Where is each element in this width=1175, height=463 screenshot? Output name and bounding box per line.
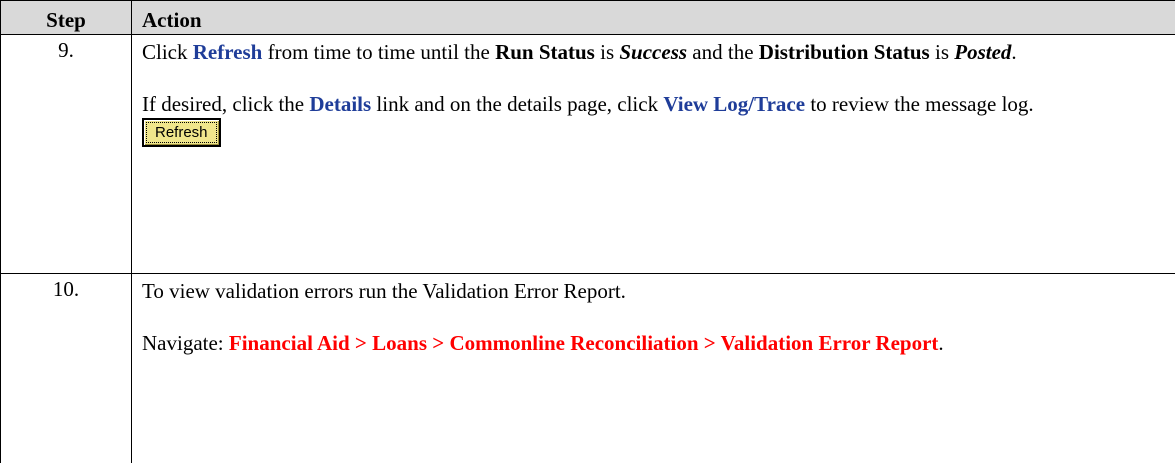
instruction-text: .: [1011, 40, 1016, 64]
instruction-text: If desired, click the: [142, 92, 309, 116]
instruction-text: and the: [687, 40, 759, 64]
step-number: 9.: [1, 35, 132, 274]
instruction-paragraph: To view validation errors run the Valida…: [142, 278, 1165, 304]
steps-table: Step Action 9. Click Refresh from time t…: [0, 0, 1175, 463]
posted-value: Posted: [954, 40, 1011, 64]
action-column-header: Action: [132, 1, 1175, 35]
step-number: 10.: [1, 274, 132, 463]
refresh-button[interactable]: Refresh: [142, 118, 221, 147]
instruction-text: to review the message log.: [805, 92, 1034, 116]
table-row: 9. Click Refresh from time to time until…: [1, 35, 1175, 274]
action-cell: To view validation errors run the Valida…: [132, 274, 1175, 463]
instruction-text: from time to time until the: [262, 40, 495, 64]
success-value: Success: [619, 40, 687, 64]
view-log-trace-term: View Log/Trace: [663, 92, 805, 116]
refresh-button-label: Refresh: [146, 122, 217, 143]
table-row: 10. To view validation errors run the Va…: [1, 274, 1175, 463]
navigate-label: Navigate:: [142, 331, 229, 355]
instruction-text: link and on the details page, click: [371, 92, 663, 116]
header-row: Step Action: [1, 1, 1175, 35]
refresh-term: Refresh: [193, 40, 263, 64]
instruction-text: .: [938, 331, 943, 355]
instruction-paragraph: Click Refresh from time to time until th…: [142, 39, 1165, 65]
step-column-header: Step: [1, 1, 132, 35]
action-cell: Click Refresh from time to time until th…: [132, 35, 1175, 274]
distribution-status-term: Distribution Status: [759, 40, 930, 64]
optional-instruction-paragraph: If desired, click the Details link and o…: [142, 91, 1165, 117]
instruction-text: is: [595, 40, 620, 64]
instruction-text: Click: [142, 40, 193, 64]
run-status-term: Run Status: [495, 40, 595, 64]
details-link-term: Details: [309, 92, 371, 116]
instruction-text: is: [930, 40, 955, 64]
navigation-paragraph: Navigate: Financial Aid > Loans > Common…: [142, 330, 1165, 356]
navigation-path: Financial Aid > Loans > Commonline Recon…: [229, 331, 939, 355]
